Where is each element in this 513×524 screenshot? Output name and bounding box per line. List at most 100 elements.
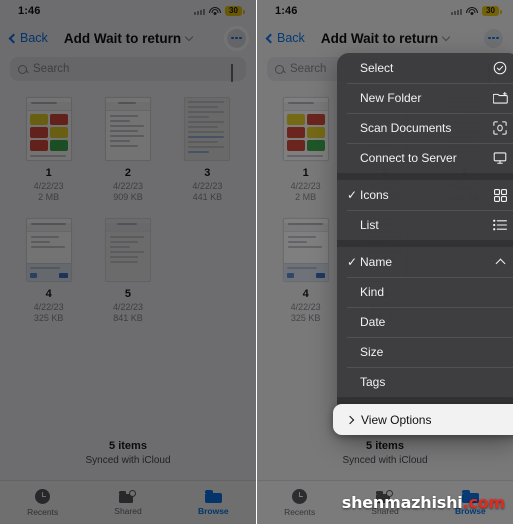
back-button-label: Back [20, 31, 48, 45]
scan-documents-icon [492, 120, 508, 136]
new-folder-icon [492, 90, 508, 106]
menu-item-kind[interactable]: Kind [337, 277, 513, 307]
file-item[interactable]: 4 4/22/23 325 KB [271, 218, 340, 323]
more-options-button[interactable] [224, 25, 249, 51]
search-input[interactable]: Search [10, 57, 246, 82]
monitor-icon [492, 150, 508, 166]
file-thumbnail [282, 218, 329, 282]
menu-item-label: Kind [360, 285, 385, 299]
file-size: 2 MB [295, 192, 317, 202]
nav-bar: Back Add Wait to return [257, 22, 513, 54]
tab-label: Shared [114, 505, 142, 516]
page-title: Add Wait to return [63, 30, 182, 46]
back-button[interactable]: Back [265, 31, 305, 45]
menu-item-date[interactable]: Date [337, 307, 513, 337]
watermark-tld: .com [462, 493, 506, 512]
menu-item-label: List [360, 218, 379, 232]
tab-shared[interactable]: Shared [85, 489, 170, 516]
status-indicators: 30 [194, 6, 245, 16]
file-name: 2 [124, 167, 132, 179]
wifi-icon [209, 6, 221, 16]
back-button[interactable]: Back [8, 31, 48, 45]
menu-item-tags[interactable]: Tags [337, 367, 513, 397]
tab-recents[interactable]: Recents [257, 488, 342, 517]
menu-item-label: Size [360, 345, 384, 359]
menu-item-size[interactable]: Size [337, 337, 513, 367]
status-time: 1:46 [275, 5, 298, 17]
file-thumbnail [25, 97, 72, 161]
file-date: 4/22/23 [192, 181, 223, 191]
wifi-icon [466, 6, 478, 16]
tab-label: Recents [284, 506, 316, 517]
chevron-down-icon[interactable] [441, 32, 451, 41]
more-options-context-menu: Select New Folder Scan Documents Connect… [333, 53, 513, 435]
cellular-signal-icon [451, 8, 462, 15]
grid-icon [492, 187, 508, 203]
status-bar: 1:46 30 [257, 0, 513, 22]
tab-browse[interactable]: Browse [171, 490, 256, 516]
menu-separator [337, 173, 513, 180]
file-date: 4/22/23 [290, 302, 321, 312]
menu-item-label: Scan Documents [360, 121, 452, 135]
search-placeholder: Search [290, 63, 327, 75]
file-item[interactable]: 4 4/22/23 325 KB [14, 218, 83, 323]
file-size: 2 MB [38, 192, 60, 202]
file-date: 4/22/23 [33, 181, 64, 191]
menu-item-label: View Options [361, 412, 432, 427]
chevron-left-icon [8, 33, 19, 43]
file-size: 841 KB [113, 313, 143, 323]
watermark-name: shenmazhishi [341, 493, 463, 512]
sync-status: Synced with iCloud [342, 455, 428, 466]
menu-item-view-options[interactable]: View Options [333, 404, 513, 435]
file-item[interactable]: 5 4/22/23 841 KB [93, 218, 162, 323]
menu-item-label: Name [360, 255, 393, 269]
status-bar: 1:46 30 [0, 0, 256, 22]
file-item[interactable]: 2 4/22/23 909 KB [93, 97, 162, 202]
clock-icon [35, 488, 51, 504]
tab-recents[interactable]: Recents [0, 488, 85, 517]
status-time: 1:46 [18, 5, 41, 17]
file-item[interactable]: 1 4/22/23 2 MB [271, 97, 340, 202]
tab-bar: Recents Shared Browse [0, 480, 256, 524]
menu-separator [337, 240, 513, 247]
chevron-left-icon [265, 33, 276, 43]
menu-item-new-folder[interactable]: New Folder [337, 83, 513, 113]
item-count: 5 items [109, 440, 147, 452]
menu-item-scan-documents[interactable]: Scan Documents [337, 113, 513, 143]
file-name: 4 [302, 288, 309, 300]
more-options-button[interactable] [484, 28, 503, 48]
file-name: 4 [45, 288, 52, 300]
file-thumbnail [104, 97, 151, 161]
chevron-down-icon[interactable] [184, 32, 194, 41]
battery-indicator: 30 [225, 6, 245, 16]
footer-info: 5 items Synced with iCloud [257, 440, 513, 466]
tab-label: Browse [197, 505, 229, 516]
menu-item-list[interactable]: List [337, 210, 513, 240]
nav-bar: Back Add Wait to return [0, 22, 256, 54]
file-thumbnail [282, 97, 329, 161]
file-item[interactable]: 1 4/22/23 2 MB [14, 97, 83, 202]
menu-item-label: Connect to Server [360, 151, 457, 165]
file-date: 4/22/23 [112, 302, 143, 312]
menu-item-name[interactable]: ✓ Name [337, 247, 513, 277]
file-size: 325 KB [33, 313, 64, 323]
cellular-signal-icon [194, 8, 205, 15]
check-circle-icon [492, 60, 508, 76]
chevron-up-icon [492, 254, 508, 270]
back-button-label: Back [277, 31, 305, 45]
file-grid: 1 4/22/23 2 MB 2 4/22/23 909 KB 3 4/22/2… [0, 81, 256, 323]
menu-item-connect-to-server[interactable]: Connect to Server [337, 143, 513, 173]
right-phone-panel: 1:46 30 Back Add Wait to return Search 1… [257, 0, 513, 524]
menu-item-icons[interactable]: ✓ Icons [337, 180, 513, 210]
clock-icon [292, 488, 308, 504]
file-date: 4/22/23 [290, 181, 321, 191]
watermark: shenmazhishi.com [342, 493, 505, 512]
microphone-icon[interactable] [231, 63, 238, 82]
menu-item-label: Select [360, 61, 394, 75]
file-name: 1 [302, 167, 309, 179]
file-item[interactable]: 3 4/22/23 441 KB [173, 97, 242, 202]
menu-item-select[interactable]: Select [337, 53, 513, 83]
file-thumbnail [184, 97, 231, 161]
file-date: 4/22/23 [112, 181, 143, 191]
file-name: 1 [45, 167, 52, 179]
